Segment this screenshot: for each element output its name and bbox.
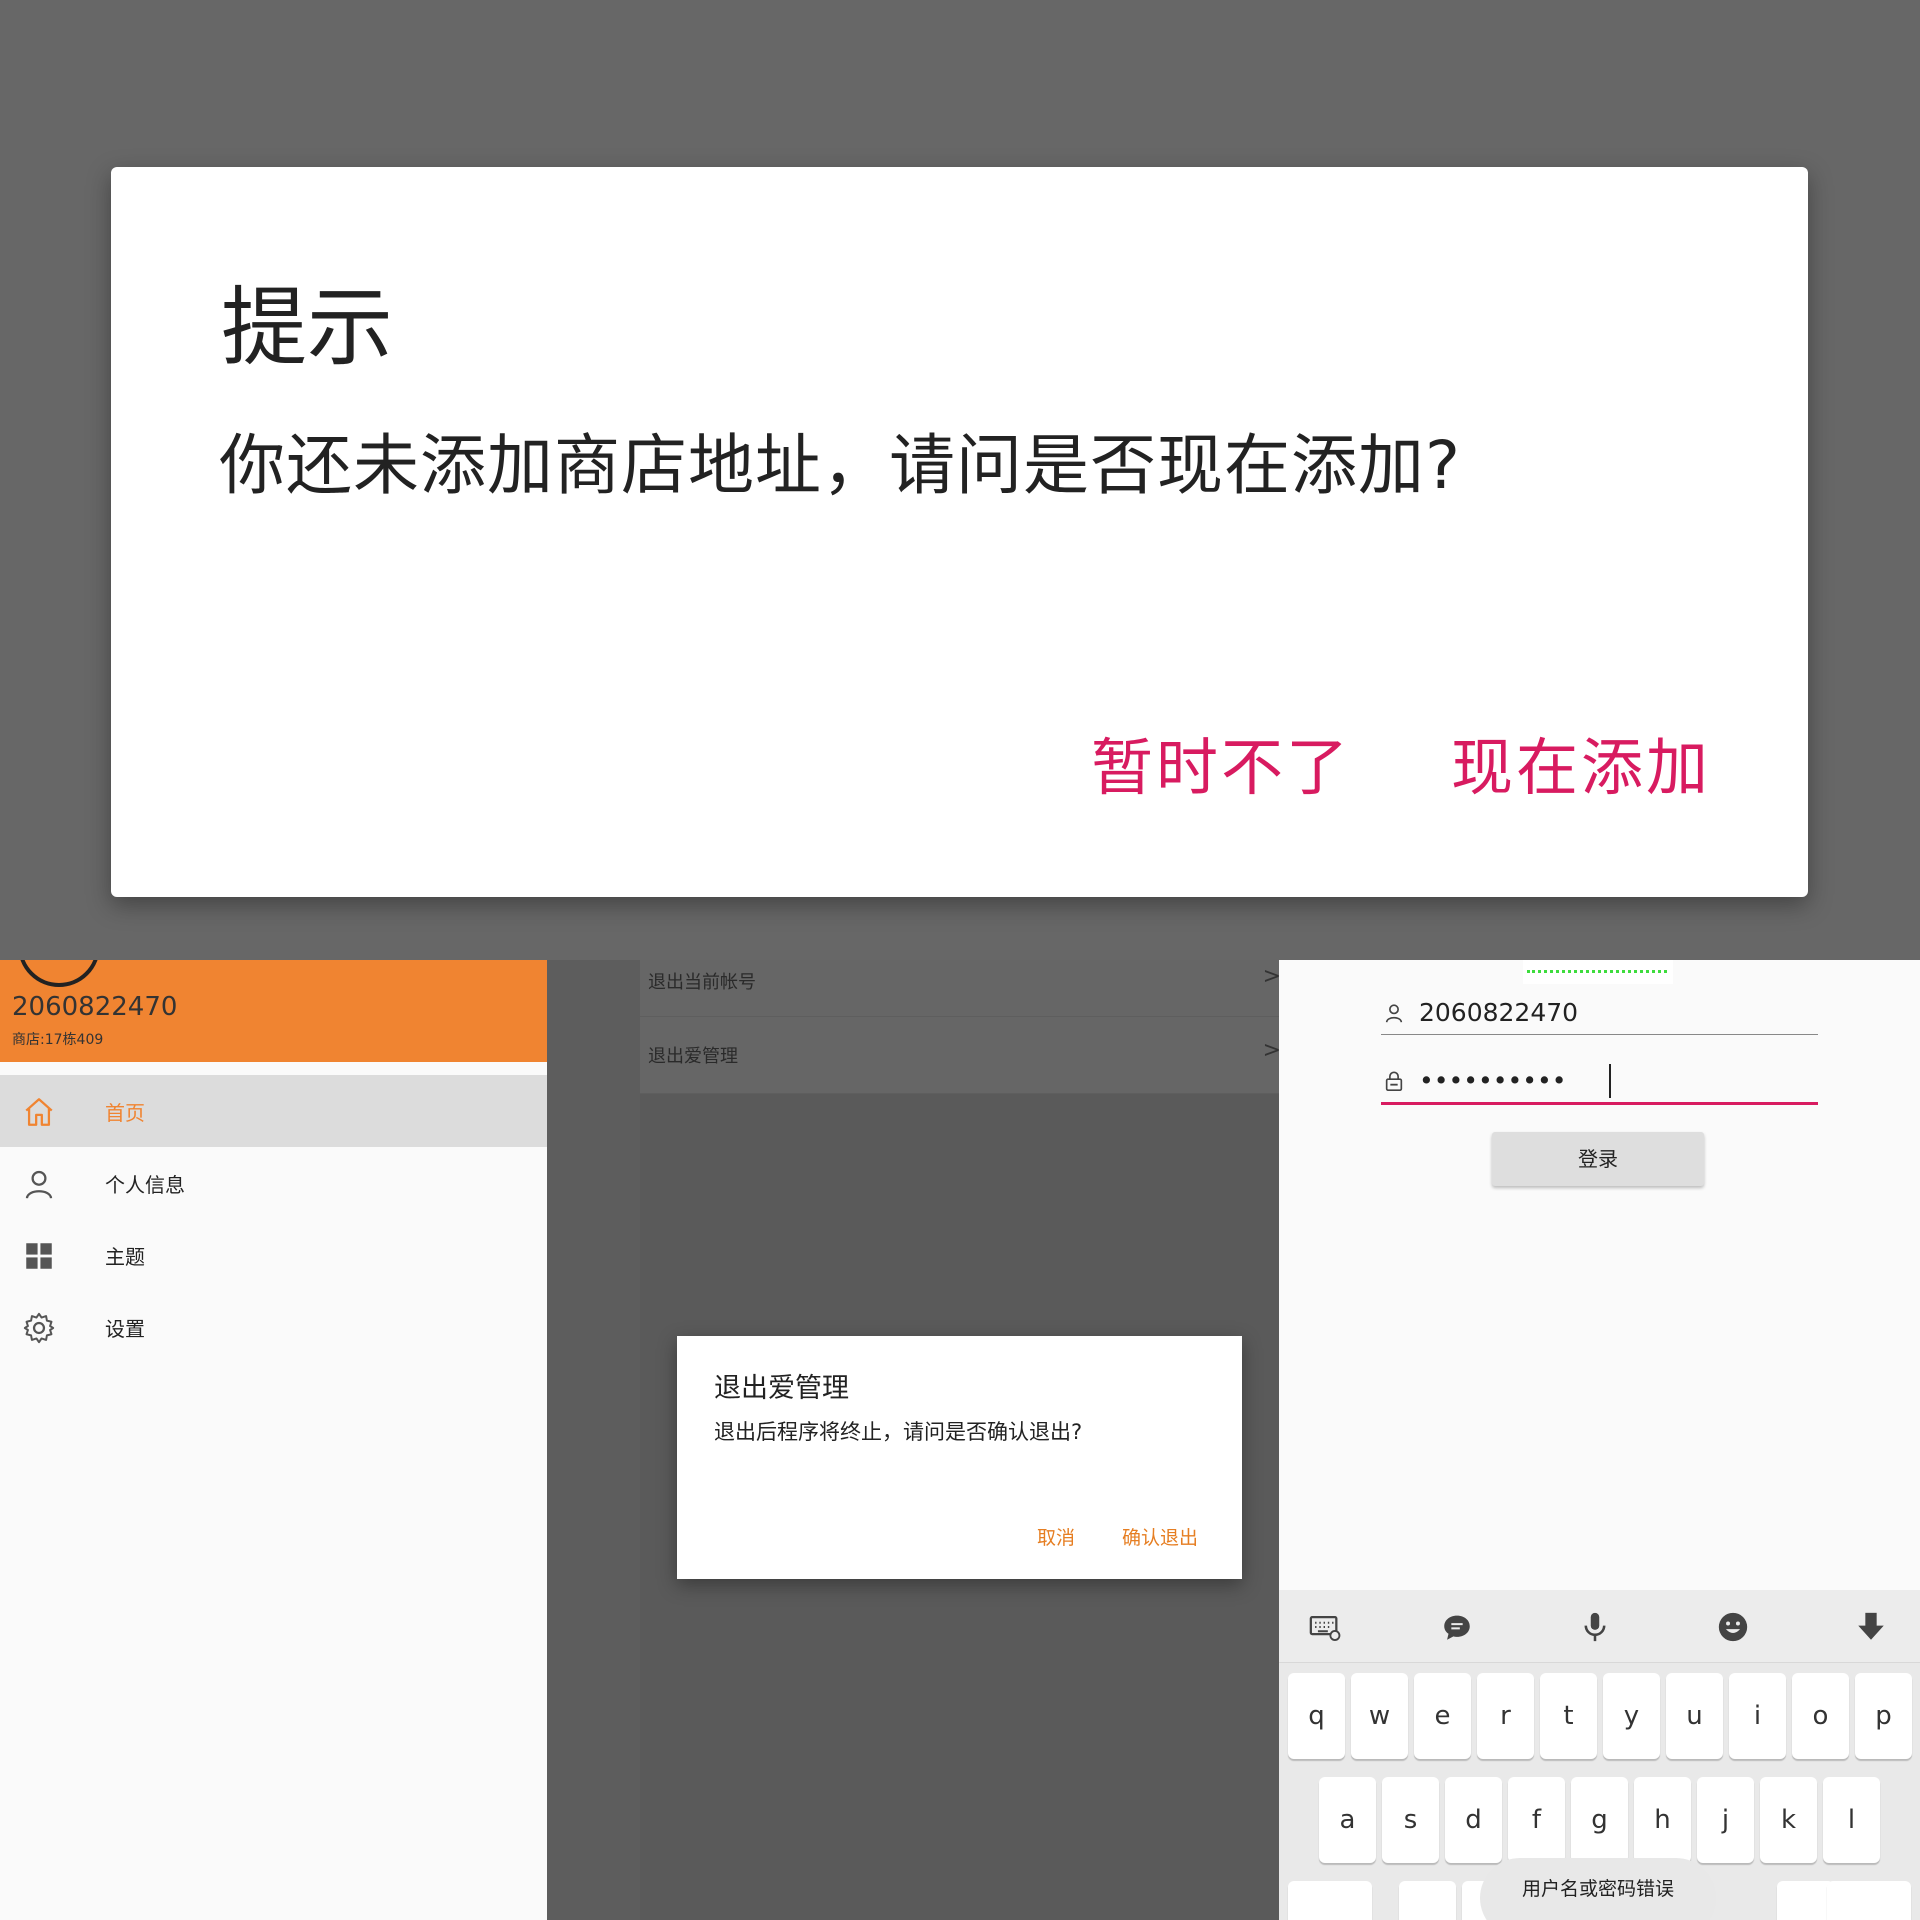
key-a[interactable]: a — [1319, 1777, 1376, 1863]
store-info: 商店:17栋409 — [12, 1032, 104, 1048]
backspace-key[interactable] — [1827, 1881, 1911, 1920]
sidebar-item-label: 主题 — [105, 1245, 145, 1269]
add-address-dialog: 提示 你还未添加商店地址，请问是否现在添加? 暂时不了 现在添加 — [111, 167, 1808, 897]
sidebar-item-profile[interactable]: 个人信息 — [0, 1147, 547, 1219]
key-g[interactable]: g — [1571, 1777, 1628, 1863]
settings-screen: 退出当前帐号 > 退出爱管理 > 退出爱管理 退出后程序将终止，请问是否确认退出… — [547, 960, 1279, 1920]
key-h[interactable]: h — [1634, 1777, 1691, 1863]
dialog-message: 退出后程序将终止，请问是否确认退出? — [714, 1420, 1083, 1444]
key-t[interactable]: t — [1540, 1673, 1597, 1759]
microphone-icon[interactable] — [1578, 1610, 1612, 1644]
key[interactable] — [1777, 1881, 1834, 1920]
chat-bubble-icon[interactable] — [1440, 1610, 1474, 1644]
grid-icon — [26, 1243, 52, 1269]
error-toast: 用户名或密码错误 — [1480, 1858, 1716, 1920]
username-field[interactable]: 2060822470 — [1381, 990, 1818, 1035]
chevron-right-icon: > — [1262, 964, 1279, 989]
dim-overlay: 提示 你还未添加商店地址，请问是否现在添加? 暂时不了 现在添加 — [0, 0, 1920, 960]
key-u[interactable]: u — [1666, 1673, 1723, 1759]
hide-keyboard-icon[interactable] — [1854, 1610, 1888, 1644]
sidebar-item-label: 设置 — [105, 1317, 145, 1341]
chevron-right-icon: > — [1262, 1038, 1279, 1063]
key[interactable] — [1399, 1881, 1456, 1920]
dialog-title: 提示 — [221, 278, 393, 378]
not-now-button[interactable]: 暂时不了 — [1091, 717, 1351, 807]
sidebar-item-settings[interactable]: 设置 — [0, 1291, 547, 1363]
navigation-drawer: 2060822470 商店:17栋409 首页 个人信息 主题 设置 — [0, 960, 547, 1920]
key-l[interactable]: l — [1823, 1777, 1880, 1863]
avatar[interactable] — [18, 960, 100, 987]
sidebar-item-label: 个人信息 — [105, 1173, 185, 1197]
soft-keyboard: q w e r t y u i o p a s d f g h j k l 用户名或密码错误 — [1279, 1590, 1920, 1920]
keyboard-settings-icon[interactable] — [1308, 1610, 1342, 1644]
home-icon — [25, 1098, 53, 1126]
dim-overlay — [547, 960, 640, 1920]
drawer-header: 2060822470 商店:17栋409 — [0, 960, 547, 1062]
key-k[interactable]: k — [1760, 1777, 1817, 1863]
sidebar-item-label: 首页 — [105, 1101, 145, 1125]
sidebar-item-theme[interactable]: 主题 — [0, 1219, 547, 1291]
person-icon — [25, 1170, 53, 1199]
cancel-button[interactable]: 取消 — [1037, 1523, 1075, 1550]
exit-app-row[interactable]: 退出爱管理 > — [640, 1016, 1279, 1094]
dialog-title: 退出爱管理 — [714, 1373, 849, 1404]
row-label: 退出当前帐号 — [648, 972, 756, 993]
logout-account-row[interactable]: 退出当前帐号 > — [640, 960, 1279, 1017]
key-j[interactable]: j — [1697, 1777, 1754, 1863]
key-w[interactable]: w — [1351, 1673, 1408, 1759]
key-p[interactable]: p — [1855, 1673, 1912, 1759]
username-value: 2060822470 — [1419, 998, 1579, 1027]
exit-confirm-dialog: 退出爱管理 退出后程序将终止，请问是否确认退出? 取消 确认退出 — [677, 1336, 1242, 1579]
shift-key[interactable] — [1288, 1881, 1372, 1920]
key-y[interactable]: y — [1603, 1673, 1660, 1759]
password-field[interactable]: •••••••••• — [1381, 1058, 1818, 1105]
logo-decoration — [1527, 960, 1667, 973]
text-cursor — [1609, 1064, 1611, 1098]
user-id: 2060822470 — [12, 992, 178, 1022]
key-e[interactable]: e — [1414, 1673, 1471, 1759]
sidebar-item-home[interactable]: 首页 — [0, 1075, 547, 1147]
emoji-icon[interactable] — [1716, 1610, 1750, 1644]
login-screen: 2060822470 •••••••••• 登录 qwertyuiop asdfg… — [1279, 960, 1920, 1920]
key-o[interactable]: o — [1792, 1673, 1849, 1759]
person-icon — [1385, 1004, 1403, 1023]
gear-icon — [23, 1312, 55, 1344]
key-s[interactable]: s — [1382, 1777, 1439, 1863]
keyboard-toolbar — [1279, 1590, 1920, 1663]
key-r[interactable]: r — [1477, 1673, 1534, 1759]
key-i[interactable]: i — [1729, 1673, 1786, 1759]
login-button[interactable]: 登录 — [1492, 1132, 1704, 1186]
confirm-exit-button[interactable]: 确认退出 — [1122, 1523, 1198, 1550]
add-now-button[interactable]: 现在添加 — [1451, 717, 1711, 807]
row-label: 退出爱管理 — [648, 1046, 738, 1067]
key-q[interactable]: q — [1288, 1673, 1345, 1759]
key-d[interactable]: d — [1445, 1777, 1502, 1863]
lock-icon — [1385, 1071, 1403, 1091]
settings-list: 退出当前帐号 > 退出爱管理 > — [640, 960, 1279, 1094]
password-value: •••••••••• — [1419, 1066, 1567, 1095]
dialog-message: 你还未添加商店地址，请问是否现在添加? — [219, 427, 1462, 504]
key-f[interactable]: f — [1508, 1777, 1565, 1863]
